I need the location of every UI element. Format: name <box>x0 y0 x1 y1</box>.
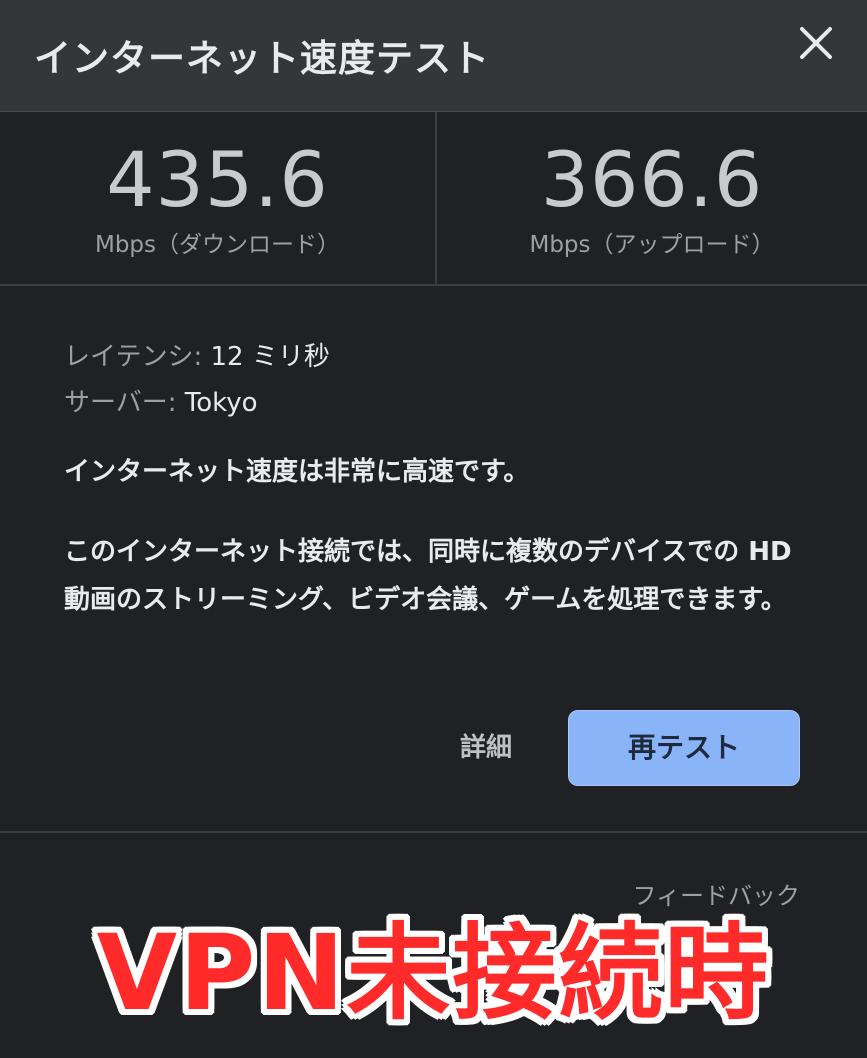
dialog-header: インターネット速度テスト <box>0 0 867 112</box>
speed-verdict: インターネット速度は非常に高速です。 <box>64 457 530 487</box>
server-row: サーバー: Tokyo <box>64 380 824 426</box>
server-label: サーバー: <box>64 388 177 418</box>
feedback-link[interactable]: フィードバック <box>600 876 800 911</box>
download-speed-value: 435.6 <box>106 135 329 224</box>
upload-result: 366.6 Mbps（アップロード） <box>437 112 867 284</box>
download-result: 435.6 Mbps（ダウンロード） <box>0 112 435 284</box>
details-button[interactable]: 詳細 <box>445 720 527 776</box>
connection-info: レイテンシ: 12 ミリ秒 サーバー: Tokyo <box>64 334 824 426</box>
latency-label: レイテンシ: <box>64 342 203 372</box>
close-icon[interactable] <box>793 20 839 66</box>
server-value: Tokyo <box>184 388 258 418</box>
retest-button[interactable]: 再テスト <box>568 710 800 786</box>
upload-speed-value: 366.6 <box>540 135 764 224</box>
download-speed-unit: Mbps（ダウンロード） <box>94 232 341 258</box>
speed-description: このインターネット接続では、同時に複数のデバイスでの HD 動画のストリーミング… <box>64 537 792 615</box>
dialog-title: インターネット速度テスト <box>34 37 490 80</box>
upload-speed-unit: Mbps（アップロード） <box>529 232 775 258</box>
latency-row: レイテンシ: 12 ミリ秒 <box>64 334 824 380</box>
speed-results: 435.6 Mbps（ダウンロード） 366.6 Mbps（アップロード） <box>0 112 867 286</box>
overlay-caption: VPN未接続時 <box>96 912 771 1034</box>
latency-value: 12 ミリ秒 <box>210 342 330 372</box>
footer-divider <box>0 831 867 833</box>
